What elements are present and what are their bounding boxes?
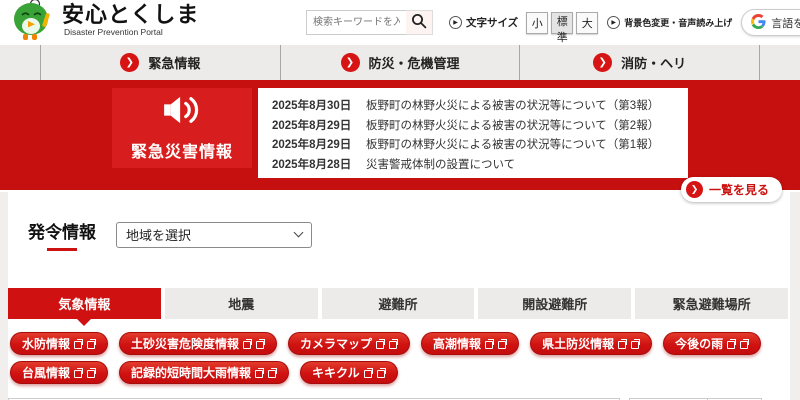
external-link-icon [243,339,253,349]
nav-item-disaster-management[interactable]: ❯ 防災・危機管理 [279,45,520,80]
link-record-rainfall[interactable]: 記録的短時間大雨情報 [119,361,290,384]
news-item[interactable]: 2025年8月30日 板野町の林野火災による被害の状況等について（第3報） [272,97,674,117]
language-select-button[interactable]: 言語を選択 ▼ [741,9,800,36]
new-window-icon [498,339,508,349]
news-item[interactable]: 2025年8月29日 板野町の林野火災による被害の状況等について（第2報） [272,117,674,137]
font-large-button[interactable]: 大 [576,11,599,34]
nav-item-emergency[interactable]: ❯ 緊急情報 [40,45,280,80]
site-title: 安心とくしま [62,2,200,27]
header: 安心とくしま Disaster Prevention Portal ▶ 文字サイ… [0,0,800,45]
news-date: 2025年8月29日 [272,139,352,151]
quick-links-row-2: 台風情報 記録的短時間大雨情報 キキクル [8,361,788,384]
external-link-icon [74,368,84,378]
news-title: 板野町の林野火災による被害の状況等について（第1報） [366,139,660,151]
news-title: 災害警戒体制の設置について [366,158,516,171]
issued-info-row: 発令情報 地域を選択 [8,190,788,251]
chevron-right-icon: ❯ [120,53,140,72]
logo-text: 安心とくしま Disaster Prevention Portal [62,0,199,37]
site-subtitle: Disaster Prevention Portal [64,27,163,38]
font-small-button[interactable]: 小 [526,11,549,34]
tab-open-shelters[interactable]: 開設避難所 [478,288,632,319]
new-window-icon [87,339,97,349]
region-select[interactable]: 地域を選択 [116,221,312,248]
link-kikikuru[interactable]: キキクル [300,361,398,384]
new-window-icon [631,339,641,349]
link-sediment-disaster-risk[interactable]: 土砂災害危険度情報 [119,332,278,355]
news-item[interactable]: 2025年8月28日 災害警戒体制の設置について [272,156,674,176]
news-title: 板野町の林野火災による被害の状況等について（第2報） [366,119,660,132]
new-window-icon [376,368,386,378]
emergency-title: 緊急災害情報 [130,144,233,161]
accessibility-link[interactable]: ▶ 背景色変更・音声読み上げ [607,16,732,29]
link-typhoon-info[interactable]: 台風情報 [10,361,109,384]
new-window-icon [740,339,750,349]
link-storm-surge[interactable]: 高潮情報 [421,332,520,355]
tab-weather[interactable]: 気象情報 [8,288,161,326]
speaker-icon [160,94,204,131]
mascot-icon [10,0,56,46]
search-button[interactable] [406,10,433,35]
new-window-icon [87,368,97,378]
search-icon [411,13,427,32]
news-title: 板野町の林野火災による被害の状況等について（第3報） [366,100,660,112]
link-camera-map[interactable]: カメラマップ [288,332,411,355]
font-size-group: ▶ 文字サイズ 小 標準 大 [449,11,599,44]
language-label: 言語を選択 [771,17,800,30]
external-link-icon [727,339,737,349]
external-link-icon [618,339,628,349]
news-date: 2025年8月29日 [272,119,352,132]
tab-evacuation-sites[interactable]: 緊急避難場所 [635,288,788,319]
heading-accent [47,248,77,251]
link-upcoming-rain[interactable]: 今後の雨 [663,332,762,355]
tab-bar: 気象情報 地震 避難所 開設避難所 緊急避難場所 [8,288,788,326]
search-box [306,10,433,35]
chevron-right-icon: ❯ [685,181,703,198]
chevron-down-icon [293,227,304,238]
page-left-margin [0,192,8,400]
font-medium-button[interactable]: 標準 [551,11,574,44]
emergency-band: 緊急災害情報 2025年8月30日 板野町の林野火災による被害の状況等について（… [0,80,800,202]
play-icon: ▶ [449,16,462,29]
link-prefectural-disaster-prevention[interactable]: 県土防災情報 [530,332,653,355]
chevron-right-icon: ❯ [340,53,360,72]
chevron-right-icon: ❯ [593,53,613,72]
main-content: 発令情報 地域を選択 気象情報 地震 避難所 開設避難所 緊急避難場所 水防情報… [8,190,788,400]
search-input[interactable] [306,10,406,35]
view-all-button[interactable]: ❯ 一覧を見る [680,177,782,202]
nav-label: 防災・危機管理 [368,56,460,71]
page-right-margin [790,192,800,400]
new-window-icon [268,368,278,378]
google-icon [751,13,766,32]
accessibility-label: 背景色変更・音声読み上げ [624,18,733,28]
news-date: 2025年8月28日 [272,158,352,171]
play-icon: ▶ [607,16,621,29]
region-select-value: 地域を選択 [126,228,192,243]
external-link-icon [485,339,495,349]
nav-label: 消防・ヘリ [621,56,687,71]
font-size-label: 文字サイズ [466,17,519,29]
external-link-icon [376,339,386,349]
new-window-icon [389,339,399,349]
link-flood-info[interactable]: 水防情報 [10,332,109,355]
external-link-icon [255,368,265,378]
quick-links-row-1: 水防情報 土砂災害危険度情報 カメラマップ 高潮情報 県土防災情報 今後の雨 [8,332,788,355]
news-date: 2025年8月30日 [272,100,352,112]
emergency-news-list: 2025年8月30日 板野町の林野火災による被害の状況等について（第3報） 20… [258,88,688,178]
view-all-label: 一覧を見る [708,183,769,197]
nav-item-fire-helicopter[interactable]: ❯ 消防・ヘリ [519,45,761,80]
tab-shelters[interactable]: 避難所 [321,288,475,319]
emergency-info-label: 緊急災害情報 [112,88,252,168]
news-item[interactable]: 2025年8月29日 板野町の林野火災による被害の状況等について（第1報） [272,136,674,156]
nav-label: 緊急情報 [148,56,201,71]
main-nav: ❯ 緊急情報 ❯ 防災・危機管理 ❯ 消防・ヘリ [0,45,800,80]
site-logo[interactable]: 安心とくしま Disaster Prevention Portal [10,0,306,46]
tab-earthquake[interactable]: 地震 [164,288,318,319]
new-window-icon [256,339,266,349]
external-link-icon [74,339,84,349]
issued-info-heading: 発令情報 [28,218,96,251]
external-link-icon [363,368,373,378]
